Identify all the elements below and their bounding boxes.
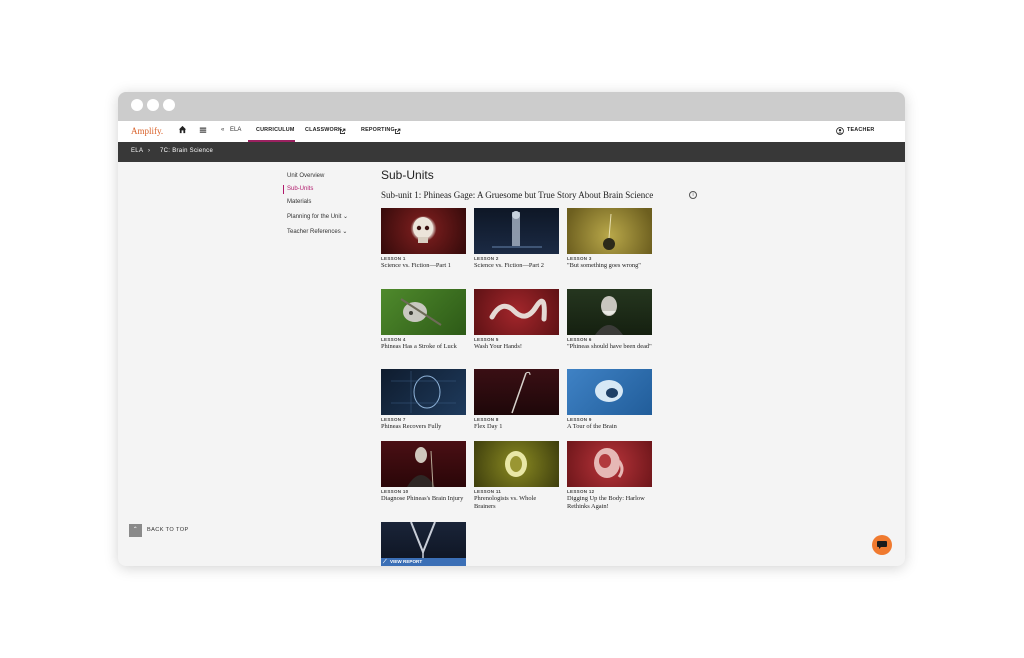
- lesson-title[interactable]: Wash Your Hands!: [474, 343, 559, 351]
- lesson-card[interactable]: LESSON 2 Science vs. Fiction—Part 2: [474, 208, 559, 270]
- lesson-card[interactable]: LESSON 1 Science vs. Fiction—Part 1: [381, 208, 466, 270]
- sidebar-item-unit-overview[interactable]: Unit Overview: [287, 173, 324, 179]
- lesson-number: LESSON 9: [567, 417, 592, 422]
- lesson-title[interactable]: Phrenologists vs. Whole Brainers: [474, 495, 559, 510]
- sidebar-item-planning[interactable]: Planning for the Unit ⌄: [287, 213, 348, 220]
- lesson-thumbnail-brain-scan[interactable]: [474, 441, 559, 487]
- window-titlebar: [118, 92, 905, 121]
- lesson-card[interactable]: LESSON 12 Digging Up the Body: Harlow Re…: [567, 441, 652, 510]
- subunit-title: Sub-unit 1: Phineas Gage: A Gruesome but…: [381, 190, 654, 200]
- lesson-number: LESSON 12: [567, 489, 595, 494]
- breadcrumb-unit[interactable]: 7C: Brain Science: [160, 148, 213, 154]
- external-link-icon: [394, 126, 401, 138]
- tab-reporting[interactable]: REPORTING: [361, 127, 395, 133]
- home-icon[interactable]: [178, 125, 187, 137]
- user-teacher-label[interactable]: TEACHER: [847, 127, 874, 133]
- lesson-number: LESSON 2: [474, 256, 499, 261]
- top-navbar: Amplify. « ELA CURRICULUM CLASSWORK REPO…: [118, 121, 905, 143]
- lesson-card[interactable]: LESSON 10 Diagnose Phineas's Brain Injur…: [381, 441, 466, 503]
- breadcrumb-separator-icon: ›: [148, 148, 151, 154]
- lesson-title[interactable]: Digging Up the Body: Harlow Rethinks Aga…: [567, 495, 652, 510]
- back-chevron-icon[interactable]: «: [221, 127, 224, 133]
- lesson-thumbnail-explosion[interactable]: [567, 208, 652, 254]
- sidebar-active-indicator: [283, 185, 284, 194]
- lesson-number: LESSON 3: [567, 256, 592, 261]
- lesson-card[interactable]: LESSON 8 Flex Day 1: [474, 369, 559, 431]
- view-report-label: VIEW REPORT: [390, 559, 423, 564]
- lesson-title[interactable]: "Phineas should have been dead": [567, 343, 652, 351]
- lesson-title[interactable]: Flex Day 1: [474, 423, 559, 431]
- lesson-number: LESSON 4: [381, 337, 406, 342]
- chat-button[interactable]: [872, 535, 892, 555]
- back-to-top-label: BACK TO TOP: [147, 527, 189, 533]
- lesson-title[interactable]: Diagnose Phineas's Brain Injury: [381, 495, 466, 503]
- lesson-number: LESSON 7: [381, 417, 406, 422]
- lesson-thumbnail-bacteria[interactable]: [474, 289, 559, 335]
- window-minimize-dot[interactable]: [147, 99, 159, 111]
- page-title: Sub-Units: [381, 168, 434, 182]
- sidebar-item-sub-units[interactable]: Sub-Units: [287, 186, 313, 192]
- breadcrumb-ela[interactable]: ELA: [131, 148, 143, 154]
- window-maximize-dot[interactable]: [163, 99, 175, 111]
- sidebar-item-materials[interactable]: Materials: [287, 199, 311, 205]
- lesson-number: LESSON 8: [474, 417, 499, 422]
- lesson-thumbnail-portrait[interactable]: [567, 289, 652, 335]
- lesson-card[interactable]: LESSON 6 "Phineas should have been dead": [567, 289, 652, 351]
- lesson-number: LESSON 5: [474, 337, 499, 342]
- window-close-dot[interactable]: [131, 99, 143, 111]
- lesson-thumbnail-brain[interactable]: [567, 369, 652, 415]
- lesson-number: LESSON 10: [381, 489, 409, 494]
- browser-window: Amplify. « ELA CURRICULUM CLASSWORK REPO…: [118, 92, 905, 566]
- lesson-card[interactable]: LESSON 5 Wash Your Hands!: [474, 289, 559, 351]
- view-report-button[interactable]: ⟋ VIEW REPORT: [381, 558, 466, 566]
- lesson-card[interactable]: LESSON 4 Phineas Has a Stroke of Luck: [381, 289, 466, 351]
- lesson-thumbnail-phineas-photo[interactable]: [381, 441, 466, 487]
- lesson-thumbnail-xray[interactable]: [381, 369, 466, 415]
- lesson-title[interactable]: Phineas Recovers Fully: [381, 423, 466, 431]
- lesson-card[interactable]: LESSON 11 Phrenologists vs. Whole Braine…: [474, 441, 559, 510]
- chevron-up-icon: ⌃: [129, 524, 142, 537]
- lesson-title[interactable]: Science vs. Fiction—Part 1: [381, 262, 466, 270]
- tab-curriculum[interactable]: CURRICULUM: [256, 127, 295, 133]
- lesson-title[interactable]: A Tour of the Brain: [567, 423, 652, 431]
- lesson-card[interactable]: LESSON 3 "But something goes wrong": [567, 208, 652, 270]
- lesson-number: LESSON 11: [474, 489, 502, 494]
- user-icon[interactable]: [836, 126, 844, 138]
- lesson-number: LESSON 6: [567, 337, 592, 342]
- lesson-title[interactable]: Phineas Has a Stroke of Luck: [381, 343, 466, 351]
- lesson-card[interactable]: ⟋ VIEW REPORT: [381, 522, 466, 566]
- lesson-thumbnail-skull-rod[interactable]: [381, 289, 466, 335]
- breadcrumb: ELA › 7C: Brain Science: [118, 142, 905, 162]
- lesson-number: LESSON 1: [381, 256, 406, 261]
- tab-classwork[interactable]: CLASSWORK: [305, 127, 342, 133]
- amplify-logo[interactable]: Amplify.: [131, 126, 163, 136]
- chat-icon: [877, 541, 887, 549]
- lesson-thumbnail-figure[interactable]: [474, 208, 559, 254]
- lesson-title[interactable]: Science vs. Fiction—Part 2: [474, 262, 559, 270]
- chart-line-icon: ⟋: [383, 559, 387, 565]
- nav-ela-link[interactable]: ELA: [230, 127, 241, 133]
- menu-icon[interactable]: [199, 125, 207, 137]
- lesson-card[interactable]: LESSON 7 Phineas Recovers Fully: [381, 369, 466, 431]
- lesson-thumbnail-tamping-iron[interactable]: [474, 369, 559, 415]
- info-icon[interactable]: i: [689, 191, 697, 199]
- lesson-thumbnail-mri[interactable]: [567, 441, 652, 487]
- sidebar-item-teacher-references[interactable]: Teacher References ⌄: [287, 228, 347, 235]
- back-to-top-button[interactable]: ⌃ BACK TO TOP: [129, 524, 189, 537]
- lesson-card[interactable]: LESSON 9 A Tour of the Brain: [567, 369, 652, 431]
- lesson-title[interactable]: "But something goes wrong": [567, 262, 652, 270]
- external-link-icon: [339, 126, 346, 138]
- lesson-thumbnail-instrument[interactable]: ⟋ VIEW REPORT: [381, 522, 466, 566]
- lesson-thumbnail-skull[interactable]: [381, 208, 466, 254]
